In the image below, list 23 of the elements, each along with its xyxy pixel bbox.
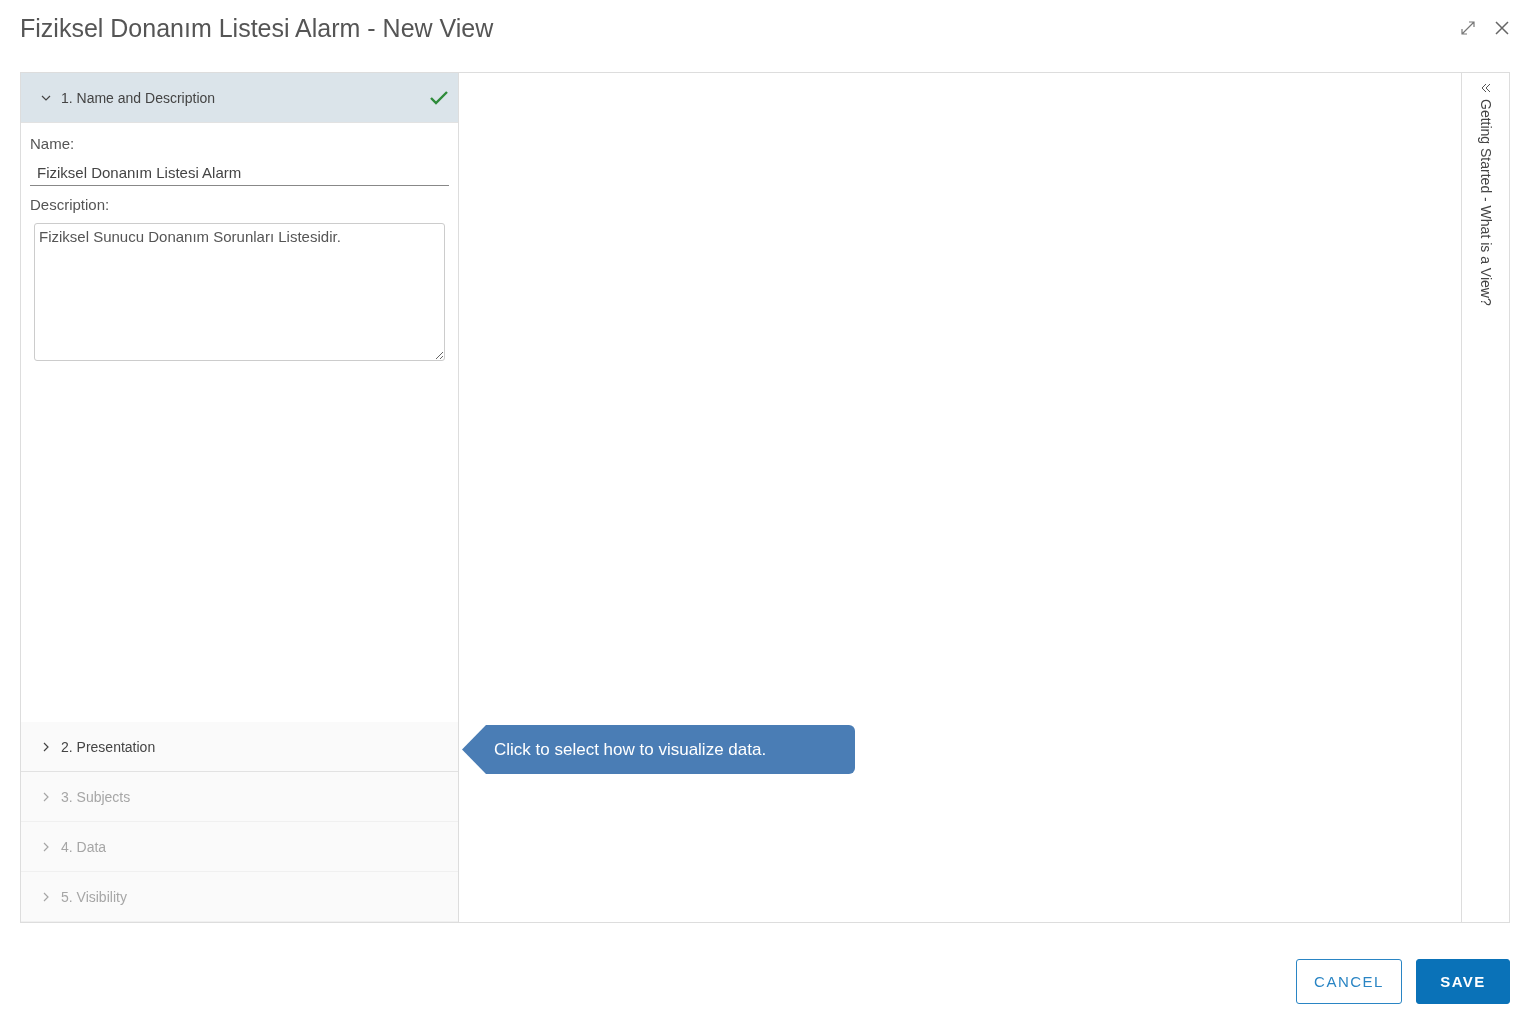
step-header[interactable]: 2. Presentation <box>21 722 458 772</box>
step-label: 1. Name and Description <box>61 89 217 106</box>
step-label: 5. Visibility <box>61 888 128 905</box>
dialog-button[interactable]: CANCEL <box>1296 959 1402 1004</box>
tooltip: Click to select how to visualize data. <box>462 725 855 774</box>
close-icon[interactable] <box>1494 20 1510 36</box>
description-textarea[interactable]: Fiziksel Sunucu Donanım Sorunları Listesidir. <box>34 223 445 361</box>
dialog-button[interactable]: SAVE <box>1416 959 1510 1004</box>
chevron-icon <box>41 741 51 752</box>
step-label: 4. Data <box>61 838 108 855</box>
chevron-icon <box>41 791 51 802</box>
window-title: Fiziksel Donanım Listesi Alarm - New View <box>20 13 494 43</box>
side-panel[interactable]: Getting Started - What is a View? <box>1461 73 1509 922</box>
description-label: Description: <box>30 196 111 213</box>
expand-icon[interactable] <box>1460 20 1476 36</box>
chevron-icon <box>41 891 51 902</box>
step-label: 2. Presentation <box>61 738 157 755</box>
chevron-icon <box>41 841 51 852</box>
step-header[interactable]: 1. Name and Description <box>21 73 458 123</box>
name-label: Name: <box>30 135 76 152</box>
double-chevron-icon[interactable] <box>1480 83 1491 93</box>
step-label: 3. Subjects <box>61 788 132 805</box>
side-panel-title: Getting Started - What is a View? <box>1477 99 1494 306</box>
